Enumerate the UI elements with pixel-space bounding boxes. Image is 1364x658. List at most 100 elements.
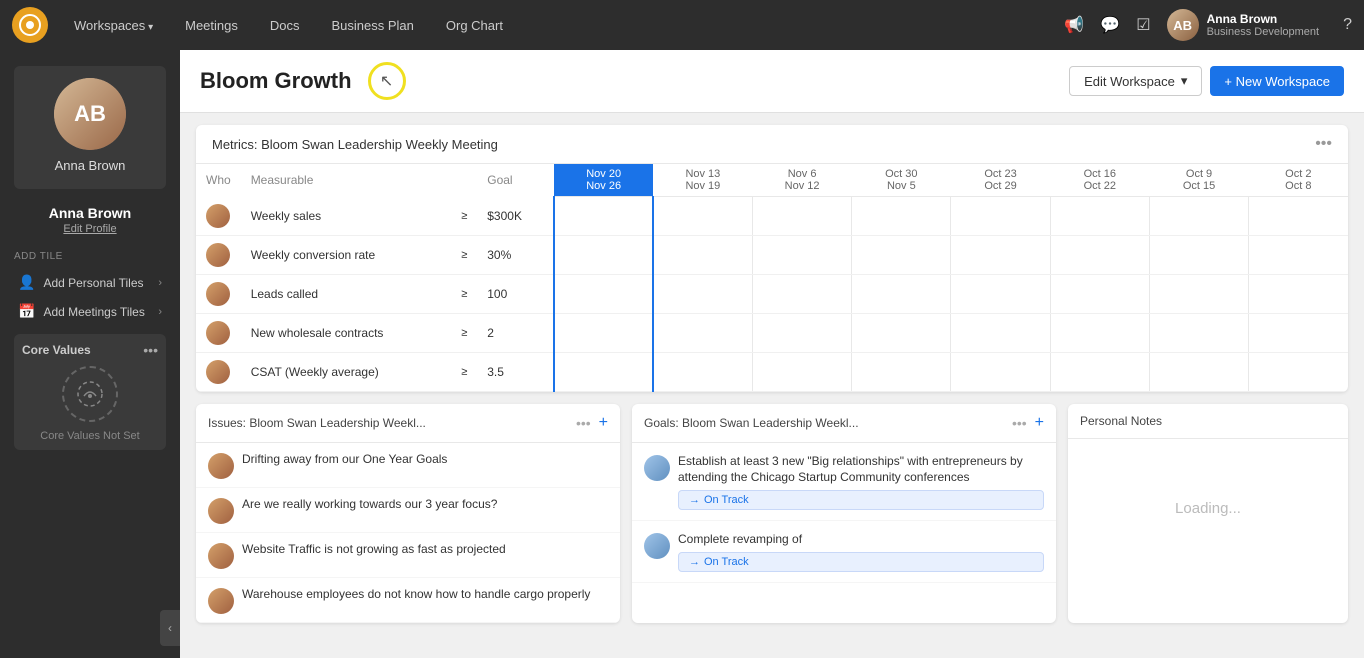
row-date-4 xyxy=(951,352,1050,391)
goal-item[interactable]: Complete revamping of → On Track xyxy=(632,521,1056,583)
core-values-section: Core Values ••• Core Values Not Set xyxy=(14,334,166,450)
goals-panel-title: Goals: Bloom Swan Leadership Weekl... xyxy=(644,416,1004,430)
page-header-actions: Edit Workspace ▾ + New Workspace xyxy=(1069,66,1344,96)
row-date-0 xyxy=(554,313,653,352)
goals-more-button[interactable]: ••• xyxy=(1012,415,1027,431)
sidebar-user-avatar: AB xyxy=(54,78,126,150)
row-date-0 xyxy=(554,352,653,391)
issue-item[interactable]: Are we really working towards our 3 year… xyxy=(196,488,620,533)
badge-arrow: → xyxy=(689,556,700,568)
issue-item[interactable]: Warehouse employees do not know how to h… xyxy=(196,578,620,623)
chat-icon[interactable]: 💬 xyxy=(1100,15,1120,35)
row-goal: 100 xyxy=(477,274,554,313)
row-date-1 xyxy=(653,313,752,352)
notes-panel: Personal Notes Loading... xyxy=(1068,404,1348,623)
goal-content: Establish at least 3 new "Big relationsh… xyxy=(678,453,1044,511)
row-avatar-cell xyxy=(196,235,241,274)
issue-item[interactable]: Website Traffic is not growing as fast a… xyxy=(196,533,620,578)
row-date-6 xyxy=(1149,197,1248,236)
new-workspace-button[interactable]: + New Workspace xyxy=(1210,66,1344,96)
row-date-7 xyxy=(1249,352,1348,391)
nav-meetings[interactable]: Meetings xyxy=(179,14,244,37)
issue-item[interactable]: Drifting away from our One Year Goals xyxy=(196,443,620,488)
row-date-0 xyxy=(554,197,653,236)
row-date-0 xyxy=(554,274,653,313)
issues-more-button[interactable]: ••• xyxy=(576,415,591,431)
core-values-more-button[interactable]: ••• xyxy=(143,342,158,358)
main-content: Metrics: Bloom Swan Leadership Weekly Me… xyxy=(180,113,1364,635)
goals-list: Establish at least 3 new "Big relationsh… xyxy=(632,443,1056,583)
row-date-0 xyxy=(554,235,653,274)
date-col-7: Oct 2 Oct 8 xyxy=(1249,164,1348,197)
date-col-6: Oct 9 Oct 15 xyxy=(1149,164,1248,197)
row-date-5 xyxy=(1050,197,1149,236)
row-date-1 xyxy=(653,352,752,391)
add-tile-label: Add Tile xyxy=(14,251,166,262)
megaphone-icon[interactable]: 📢 xyxy=(1064,15,1084,35)
page-header: Bloom Growth ↖ Edit Workspace ▾ + New Wo… xyxy=(180,50,1364,113)
row-date-3 xyxy=(852,352,951,391)
row-gte: ≥ xyxy=(451,235,477,274)
notes-panel-title: Personal Notes xyxy=(1080,414,1336,428)
row-date-4 xyxy=(951,197,1050,236)
top-navigation: Workspaces Meetings Docs Business Plan O… xyxy=(0,0,1364,50)
goal-on-track-badge[interactable]: → On Track xyxy=(678,552,1044,572)
dropdown-icon: ▾ xyxy=(1181,73,1188,89)
row-avatar-cell xyxy=(196,313,241,352)
row-gte: ≥ xyxy=(451,197,477,236)
sidebar-collapse-button[interactable]: ‹ xyxy=(160,610,180,646)
personal-tiles-label: Add Personal Tiles xyxy=(43,276,143,290)
row-date-2 xyxy=(752,197,851,236)
row-date-5 xyxy=(1050,274,1149,313)
check-icon[interactable]: ☑ xyxy=(1136,15,1150,35)
edit-profile-link[interactable]: Edit Profile xyxy=(63,223,116,235)
row-date-3 xyxy=(852,235,951,274)
metrics-date-header-row: Who Measurable Goal Nov 20 Nov 26 Nov 13… xyxy=(196,164,1348,197)
core-values-not-set-text: Core Values Not Set xyxy=(22,430,158,442)
add-personal-tiles-button[interactable]: 👤 Add Personal Tiles › xyxy=(14,268,166,297)
goals-add-button[interactable]: + xyxy=(1035,414,1044,432)
content-area: Bloom Growth ↖ Edit Workspace ▾ + New Wo… xyxy=(180,50,1364,658)
nav-workspaces[interactable]: Workspaces xyxy=(68,14,159,37)
row-goal: 3.5 xyxy=(477,352,554,391)
nav-docs[interactable]: Docs xyxy=(264,14,306,37)
meetings-tiles-label: Add Meetings Tiles xyxy=(43,305,144,319)
metrics-row: CSAT (Weekly average) ≥ 3.5 xyxy=(196,352,1348,391)
nav-org-chart[interactable]: Org Chart xyxy=(440,14,509,37)
gte-col-header xyxy=(451,164,477,197)
sidebar-user-name: Anna Brown xyxy=(55,158,126,173)
issues-add-button[interactable]: + xyxy=(599,414,608,432)
row-date-3 xyxy=(852,274,951,313)
who-col-header: Who xyxy=(196,164,241,197)
row-date-2 xyxy=(752,313,851,352)
goals-panel-header: Goals: Bloom Swan Leadership Weekl... ••… xyxy=(632,404,1056,443)
edit-workspace-button[interactable]: Edit Workspace ▾ xyxy=(1069,66,1202,96)
app-logo[interactable] xyxy=(12,7,48,43)
row-goal: 30% xyxy=(477,235,554,274)
issues-panel-title: Issues: Bloom Swan Leadership Weekl... xyxy=(208,416,568,430)
add-meetings-tiles-button[interactable]: 📅 Add Meetings Tiles › xyxy=(14,297,166,326)
date-col-2: Nov 6 Nov 12 xyxy=(752,164,851,197)
measurable-col-header: Measurable xyxy=(241,164,452,197)
issue-avatar xyxy=(208,498,234,524)
metrics-row: Weekly sales ≥ $300K xyxy=(196,197,1348,236)
row-date-6 xyxy=(1149,352,1248,391)
metrics-row: Leads called ≥ 100 xyxy=(196,274,1348,313)
issue-text: Drifting away from our One Year Goals xyxy=(242,451,447,468)
row-date-6 xyxy=(1149,313,1248,352)
row-measurable: CSAT (Weekly average) xyxy=(241,352,452,391)
help-button[interactable]: ? xyxy=(1343,16,1352,34)
goal-on-track-badge[interactable]: → On Track xyxy=(678,490,1044,510)
notes-loading: Loading... xyxy=(1068,439,1348,579)
date-col-1: Nov 13 Nov 19 xyxy=(653,164,752,197)
row-date-7 xyxy=(1249,274,1348,313)
row-measurable: Weekly sales xyxy=(241,197,452,236)
goal-item[interactable]: Establish at least 3 new "Big relationsh… xyxy=(632,443,1056,522)
row-measurable: Leads called xyxy=(241,274,452,313)
goal-text: Complete revamping of xyxy=(678,531,1044,548)
row-avatar-cell xyxy=(196,352,241,391)
nav-business-plan[interactable]: Business Plan xyxy=(325,14,419,37)
row-gte: ≥ xyxy=(451,274,477,313)
metrics-more-button[interactable]: ••• xyxy=(1315,135,1332,153)
user-menu[interactable]: AB Anna Brown Business Development xyxy=(1167,9,1320,41)
